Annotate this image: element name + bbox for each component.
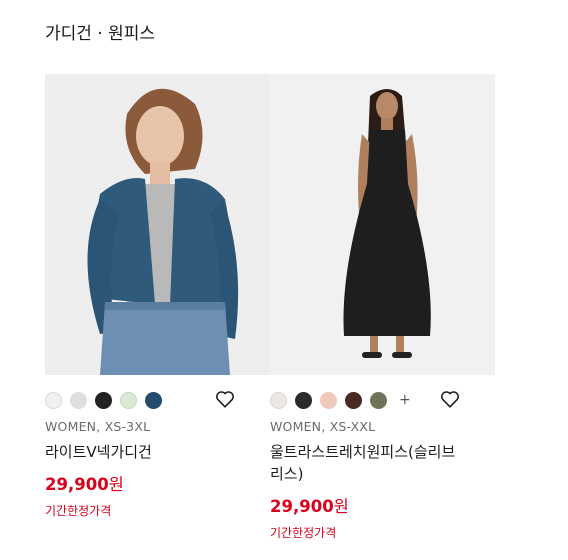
color-swatch-4[interactable] xyxy=(345,392,362,409)
product-name[interactable]: 라이트V넥가디건 xyxy=(45,441,245,463)
color-swatch-row: + xyxy=(270,391,495,416)
section-title: 가디건 · 원피스 xyxy=(45,24,156,44)
limited-price-badge: 기간한정가격 xyxy=(270,526,337,540)
price-currency: 원 xyxy=(108,475,124,494)
heart-outline-icon[interactable] xyxy=(214,388,236,410)
product-image[interactable] xyxy=(45,74,270,375)
color-swatch-3[interactable] xyxy=(320,392,337,409)
price-value: 29,900 xyxy=(45,475,109,494)
product-price: 29,900원 xyxy=(45,471,270,495)
color-swatch-3[interactable] xyxy=(95,392,112,409)
product-meta: WOMEN, XS-XXL xyxy=(270,419,376,434)
product-meta: WOMEN, XS-3XL xyxy=(45,419,151,434)
price-value: 29,900 xyxy=(270,497,334,516)
color-swatch-5[interactable] xyxy=(370,392,387,409)
color-swatch-2[interactable] xyxy=(70,392,87,409)
product-image[interactable] xyxy=(270,74,495,375)
more-colors-indicator[interactable]: + xyxy=(399,392,411,409)
color-swatch-5[interactable] xyxy=(145,392,162,409)
product-price: 29,900원 xyxy=(270,493,495,517)
product-card-dress[interactable]: + WOMEN, XS-XXL 울트라스트레치원피스(슬리브리스) 29,900… xyxy=(270,74,495,541)
color-swatch-1[interactable] xyxy=(45,392,62,409)
price-currency: 원 xyxy=(333,497,349,516)
color-swatch-2[interactable] xyxy=(295,392,312,409)
limited-price-badge: 기간한정가격 xyxy=(45,504,112,518)
product-section: 가디건 · 원피스 WOMEN, XS-3XL 라이트V넥가디건 29,900원… xyxy=(0,0,568,560)
color-swatch-4[interactable] xyxy=(120,392,137,409)
heart-outline-icon[interactable] xyxy=(439,388,461,410)
color-swatch-1[interactable] xyxy=(270,392,287,409)
product-name[interactable]: 울트라스트레치원피스(슬리브리스) xyxy=(270,441,460,485)
color-swatch-row xyxy=(45,391,270,416)
product-card-cardigan[interactable]: WOMEN, XS-3XL 라이트V넥가디건 29,900원 기간한정가격 xyxy=(45,74,270,519)
